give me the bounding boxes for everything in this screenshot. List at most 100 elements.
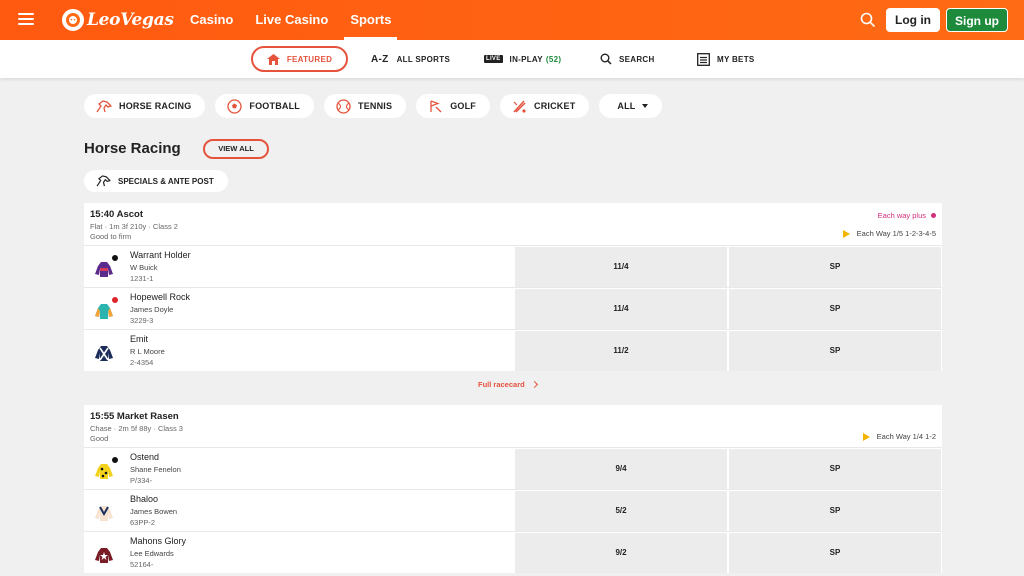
chip-cricket[interactable]: CRICKET	[500, 94, 590, 118]
az-icon: A-Z	[371, 53, 389, 65]
chip-horse-racing[interactable]: HORSE RACING	[84, 94, 206, 118]
race-card: 15:55 Market Rasen Chase · 2m 5f 88y · C…	[84, 405, 942, 573]
status-dot-icon	[112, 297, 118, 303]
specials-label: SPECIALS & ANTE POST	[118, 176, 214, 186]
golf-icon	[428, 99, 443, 113]
tab-in-play[interactable]: LIVE IN-PLAY (52)	[484, 46, 561, 72]
runner-jockey: James Doyle	[130, 305, 174, 314]
runner-jockey: Shane Fenelon	[130, 465, 181, 474]
race-details: Flat · 1m 3f 210y · Class 2	[90, 222, 178, 231]
runner-jockey: James Bowen	[130, 507, 178, 516]
play-arrow-icon	[862, 432, 870, 441]
chip-golf[interactable]: GOLF	[416, 94, 490, 118]
search-icon[interactable]	[859, 11, 877, 29]
sports-subnav: FEATURED A-Z ALL SPORTS LIVE IN-PLAY (52…	[0, 40, 1024, 78]
runner-form: 52164-	[130, 560, 154, 569]
odds-button[interactable]: 9/4	[515, 449, 727, 489]
logo-text: LeoVegas	[87, 10, 174, 30]
odds-button[interactable]: 11/4	[515, 289, 727, 329]
race-card: 15:40 Ascot Flat · 1m 3f 210y · Class 2 …	[84, 203, 942, 371]
signup-button[interactable]: Sign up	[946, 8, 1008, 32]
horse-icon	[96, 175, 111, 187]
lion-logo-icon	[62, 9, 84, 31]
runner-row: Bhaloo James Bowen 63PP-2 5/2 SP	[84, 489, 942, 531]
race-title[interactable]: 15:40 Ascot	[90, 209, 936, 220]
chevron-right-icon	[530, 380, 538, 389]
race-going: Good	[90, 434, 109, 443]
race-header: 15:40 Ascot Flat · 1m 3f 210y · Class 2 …	[84, 203, 942, 245]
runner-name: Hopewell Rock	[130, 292, 191, 302]
top-bar: LeoVegas Casino Live Casino Sports Log i…	[0, 0, 1024, 40]
chip-football[interactable]: FOOTBALL	[215, 94, 314, 118]
nav-sports[interactable]: Sports	[344, 0, 398, 40]
odds-button[interactable]: 5/2	[515, 491, 727, 531]
runner-jockey: R L Moore	[130, 347, 165, 356]
runner-jockey: Lee Edwards	[130, 549, 174, 558]
tab-featured[interactable]: FEATURED	[251, 46, 348, 72]
each-way-terms: Each Way 1/4 1-2	[862, 432, 936, 441]
horse-icon	[96, 99, 112, 113]
tab-search[interactable]: SEARCH	[600, 46, 655, 72]
runner-name: Ostend	[130, 452, 160, 462]
odds-button[interactable]: 11/2	[515, 331, 727, 371]
tab-featured-label: FEATURED	[286, 54, 333, 64]
sp-button[interactable]: SP	[729, 449, 941, 489]
chip-golf-label: GOLF	[450, 101, 476, 111]
play-arrow-icon	[842, 229, 850, 238]
tab-my-bets-label: MY BETS	[717, 54, 755, 64]
odds-button[interactable]: 11/4	[515, 247, 727, 287]
status-dot-icon	[112, 457, 118, 463]
tab-my-bets[interactable]: MY BETS	[697, 46, 755, 72]
chip-football-label: FOOTBALL	[249, 101, 300, 111]
login-button[interactable]: Log in	[886, 8, 940, 32]
chip-all-dropdown[interactable]: ALL	[599, 94, 662, 118]
view-all-button[interactable]: VIEW ALL	[203, 139, 269, 159]
status-dot-icon	[112, 255, 118, 261]
runner-form: P/334-	[130, 476, 153, 485]
full-racecard-link[interactable]: Full racecard	[478, 380, 538, 389]
runner-form: 2-4354	[130, 358, 154, 367]
sp-button[interactable]: SP	[729, 491, 941, 531]
odds-button[interactable]: 9/2	[515, 533, 727, 573]
each-way-terms-label: Each Way 1/5 1-2-3-4-5	[856, 229, 936, 238]
runner-row: Mahons Glory Lee Edwards 52164- 9/2 SP	[84, 531, 942, 573]
runner-name: Bhaloo	[130, 494, 159, 504]
nav-casino[interactable]: Casino	[190, 0, 233, 40]
chip-all-label: ALL	[617, 101, 636, 111]
menu-icon[interactable]	[18, 13, 34, 25]
tennis-icon	[336, 98, 351, 114]
sport-filter-chips: HORSE RACING FOOTBALL TENNIS GOLF CRICKE…	[84, 94, 672, 118]
nav-live-casino[interactable]: Live Casino	[255, 0, 328, 40]
betslip-icon	[697, 52, 710, 66]
tab-search-label: SEARCH	[619, 54, 655, 64]
race-meta: Flat · 1m 3f 210y · Class 2 Good to firm	[90, 222, 936, 242]
main-nav: Casino Live Casino Sports	[190, 0, 413, 40]
runner-form: 3229-3	[130, 316, 154, 325]
chevron-down-icon	[641, 104, 648, 108]
chip-cricket-label: CRICKET	[534, 101, 576, 111]
jockey-silk-icon	[95, 548, 113, 563]
tab-all-sports[interactable]: A-Z ALL SPORTS	[371, 46, 450, 72]
race-title[interactable]: 15:55 Market Rasen	[90, 411, 936, 422]
logo[interactable]: LeoVegas	[62, 9, 174, 31]
sp-button[interactable]: SP	[729, 289, 941, 329]
runner-name: Mahons Glory	[130, 536, 187, 546]
section-title: Horse Racing	[84, 140, 181, 157]
tab-all-sports-label: ALL SPORTS	[396, 54, 451, 64]
sp-button[interactable]: SP	[729, 247, 941, 287]
race-header: 15:55 Market Rasen Chase · 2m 5f 88y · C…	[84, 405, 942, 447]
search-icon	[600, 53, 612, 65]
tab-in-play-label: IN-PLAY	[509, 54, 543, 64]
sp-button[interactable]: SP	[729, 331, 941, 371]
sp-button[interactable]: SP	[729, 533, 941, 573]
race-meta: Chase · 2m 5f 88y · Class 3 Good	[90, 424, 936, 444]
chip-tennis[interactable]: TENNIS	[324, 94, 407, 118]
runner-row: Ostend Shane Fenelon P/334- 9/4 SP	[84, 447, 942, 489]
race-going: Good to firm	[90, 232, 132, 241]
specials-button[interactable]: SPECIALS & ANTE POST	[84, 170, 228, 192]
runner-row: Emit R L Moore 2-4354 11/2 SP	[84, 329, 942, 371]
each-way-terms-label: Each Way 1/4 1-2	[876, 432, 936, 441]
runner-row: Hopewell Rock James Doyle 3229-3 11/4 SP	[84, 287, 942, 329]
chip-tennis-label: TENNIS	[358, 101, 393, 111]
each-way-plus[interactable]: Each way plus	[878, 211, 936, 220]
